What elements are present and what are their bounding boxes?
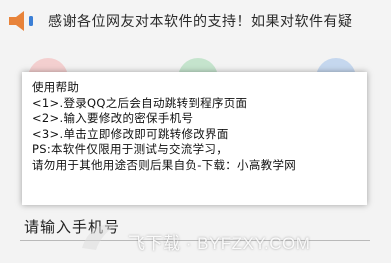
help-step-3: <3>.单击立即修改即可跳转修改界面 [32, 126, 229, 141]
help-step-1: <1>.登录QQ之后会自动跳转到程序页面 [32, 95, 248, 110]
app-screen: 感谢各位网友对本软件的支持！如果对软件有疑 请输入手机号 使用帮助 <1>.登录… [0, 0, 391, 263]
help-ps-note: PS:本软件仅限用于测试与交流学习， [32, 142, 229, 156]
help-step-2: <2>.输入要修改的密保手机号 [32, 111, 194, 125]
help-dialog[interactable]: 使用帮助 <1>.登录QQ之后会自动跳转到程序页面 <2>.输入要修改的密保手机… [22, 72, 367, 205]
help-dialog-title: 使用帮助 [32, 80, 80, 94]
speaker-icon [9, 11, 33, 31]
help-disclaimer: 请勿用于其他用途否则后果自负-下载：小高教学网 [32, 157, 297, 172]
notice-bar: 感谢各位网友对本软件的支持！如果对软件有疑 [0, 0, 391, 40]
watermark-text: 飞下载 · BYFZXY.COM [128, 234, 311, 253]
watermark-logo-icon [82, 223, 118, 250]
notice-marquee-text: 感谢各位网友对本软件的支持！如果对软件有疑 [48, 14, 353, 30]
